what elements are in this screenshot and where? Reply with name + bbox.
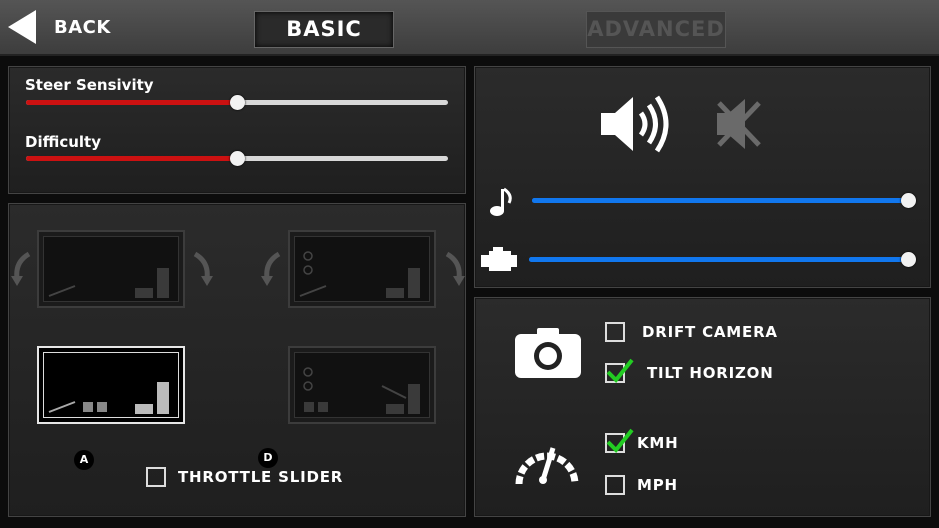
kmh-label: KMH xyxy=(637,434,679,452)
arrows-buttons-layout-icon xyxy=(303,367,420,414)
rotate-right-icon[interactable] xyxy=(189,250,213,288)
music-volume-fill xyxy=(532,198,908,203)
steer-sensitivity-slider[interactable] xyxy=(26,95,448,110)
check-mark-icon xyxy=(606,428,634,453)
rotate-right-icon[interactable] xyxy=(441,250,465,288)
layout-tilt-buttons-option[interactable] xyxy=(288,230,436,308)
mph-label: MPH xyxy=(637,476,678,494)
badge-a: A xyxy=(74,450,94,470)
steer-sensitivity-handle[interactable] xyxy=(230,95,245,110)
music-note-icon xyxy=(490,187,512,216)
steer-sensitivity-fill xyxy=(26,100,237,105)
music-volume-handle[interactable] xyxy=(901,193,916,208)
drift-camera-label: DRIFT CAMERA xyxy=(642,323,778,341)
tab-advanced[interactable]: ADVANCED xyxy=(586,11,726,48)
top-bar: BACK BASIC ADVANCED xyxy=(0,0,939,56)
layout-arrows-option[interactable] xyxy=(37,346,185,424)
tilt-horizon-label: TILT HORIZON xyxy=(647,364,774,382)
control-layout-panel: A D THROTTLE SLIDER xyxy=(8,203,466,517)
engine-icon xyxy=(481,247,517,271)
rotate-left-icon[interactable] xyxy=(11,250,35,288)
speedometer-icon xyxy=(515,447,579,485)
steer-sensitivity-label: Steer Sensivity xyxy=(25,76,154,94)
difficulty-label: Difficulty xyxy=(25,133,101,151)
back-button[interactable]: BACK xyxy=(8,8,118,46)
throttle-slider-checkbox[interactable] xyxy=(146,467,166,487)
check-mark-icon xyxy=(606,358,634,383)
mph-checkbox[interactable] xyxy=(605,475,625,495)
tab-basic[interactable]: BASIC xyxy=(254,11,394,48)
engine-volume-handle[interactable] xyxy=(901,252,916,267)
sensitivity-panel: Steer Sensivity Difficulty xyxy=(8,66,466,194)
layout-arrows-buttons-option[interactable] xyxy=(288,346,436,424)
drift-camera-checkbox[interactable] xyxy=(605,322,625,342)
music-volume-slider[interactable] xyxy=(532,193,916,208)
layout-tilt-option[interactable] xyxy=(37,230,185,308)
tilt-buttons-layout-icon xyxy=(299,251,420,298)
difficulty-handle[interactable] xyxy=(230,151,245,166)
difficulty-fill xyxy=(26,156,237,161)
camera-icon xyxy=(515,328,581,378)
difficulty-slider[interactable] xyxy=(26,151,448,166)
speaker-muted-icon[interactable] xyxy=(713,97,765,151)
tilt-layout-icon xyxy=(48,268,169,298)
kmh-checkbox[interactable] xyxy=(605,428,634,453)
badge-d: D xyxy=(258,448,278,468)
engine-volume-fill xyxy=(529,257,908,262)
engine-volume-slider[interactable] xyxy=(529,252,916,267)
speaker-on-icon[interactable] xyxy=(599,91,675,157)
audio-panel xyxy=(474,66,931,288)
tilt-horizon-checkbox[interactable] xyxy=(605,358,634,383)
arrows-layout-icon xyxy=(48,382,169,414)
back-label: BACK xyxy=(54,17,111,38)
rotate-left-icon[interactable] xyxy=(261,250,285,288)
throttle-slider-label: THROTTLE SLIDER xyxy=(178,468,344,486)
camera-units-panel: DRIFT CAMERA TILT HORIZON KMH MPH xyxy=(474,297,931,517)
back-arrow-icon xyxy=(8,10,36,44)
